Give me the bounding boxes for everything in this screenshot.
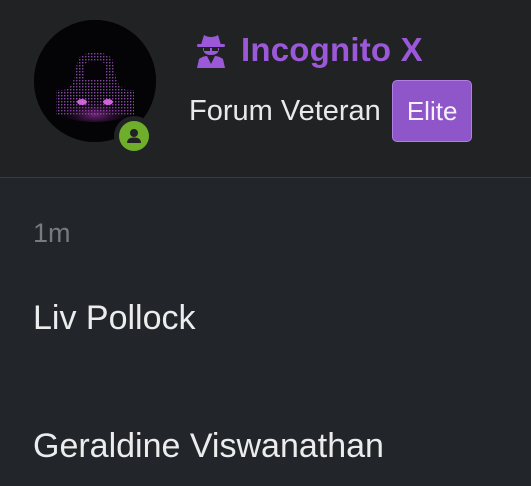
username-row: Incognito X [193, 27, 423, 73]
user-banner-badge: Elite [391, 80, 473, 142]
online-status-badge [114, 116, 154, 156]
user-title-row: Forum Veteran Elite [189, 80, 473, 142]
username-link[interactable]: Incognito X [241, 31, 423, 69]
user-title: Forum Veteran [189, 94, 381, 127]
list-item[interactable]: Liv Pollock [33, 299, 196, 338]
online-user-icon [119, 121, 149, 151]
profile-header: Incognito X Forum Veteran Elite [0, 0, 531, 178]
list-item[interactable]: Geraldine Viswanathan [33, 427, 384, 466]
avatar-container[interactable] [34, 20, 156, 156]
user-secret-icon [197, 35, 225, 68]
activity-timestamp: 1m [33, 218, 71, 248]
